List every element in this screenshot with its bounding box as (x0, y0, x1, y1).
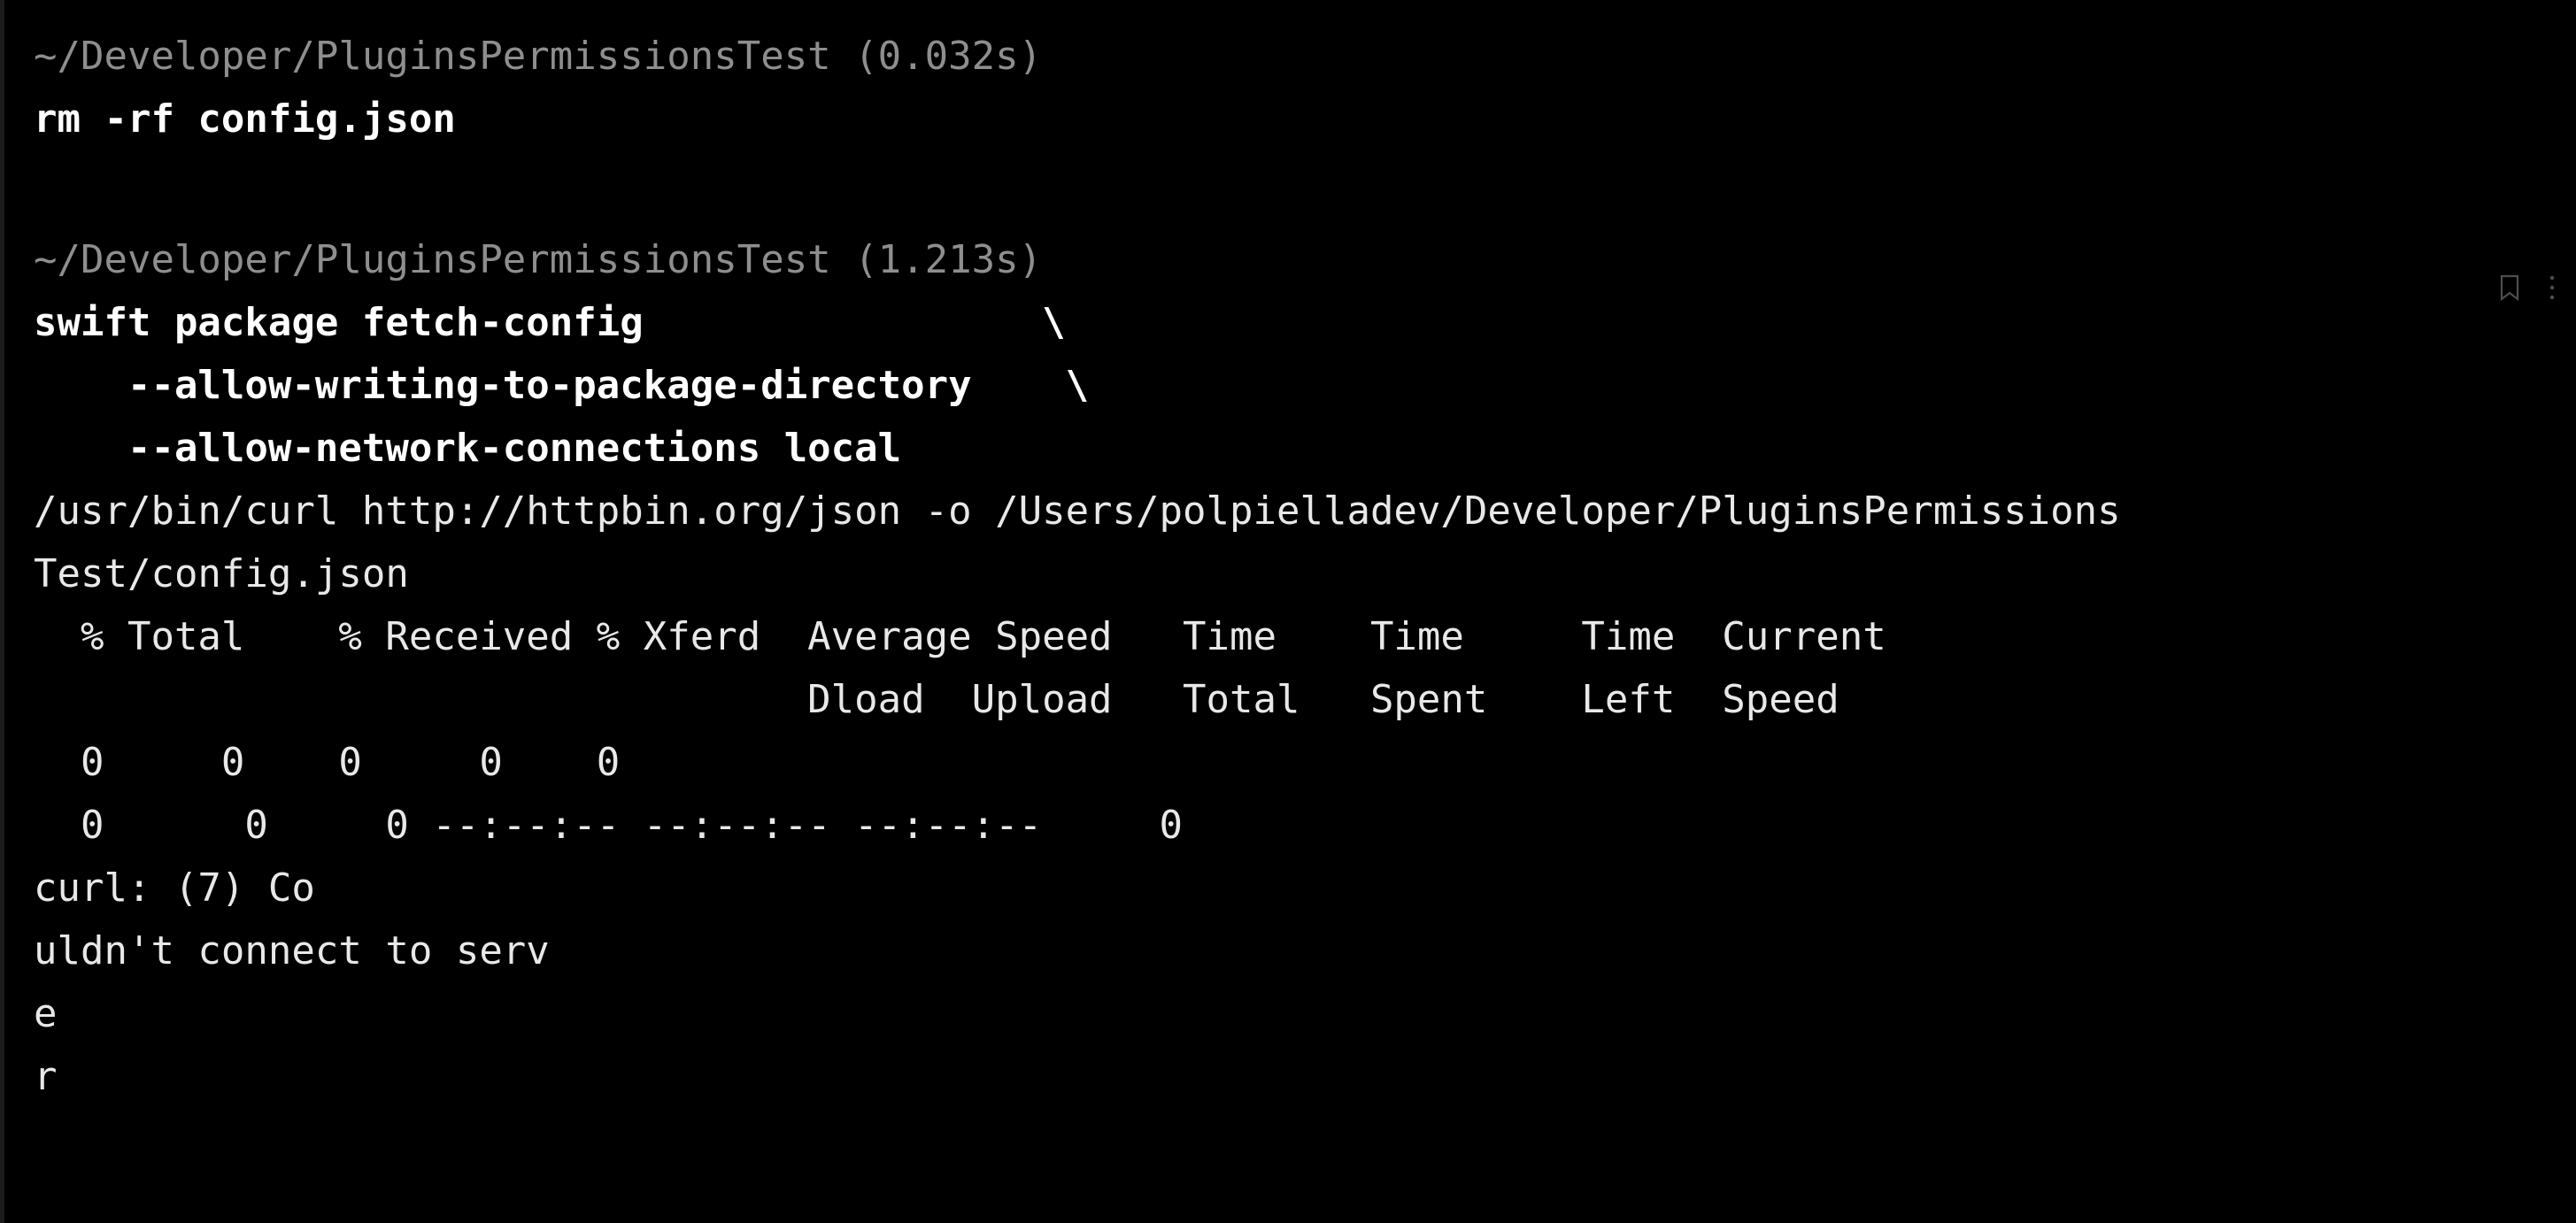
prompt-line-2: ~/Developer/PluginsPermissionsTest (1.21… (34, 237, 1043, 282)
output-line-error-4: r (34, 1054, 58, 1099)
command-line-1[interactable]: rm -rf config.json (0, 88, 2576, 150)
terminal-window: ~/Developer/PluginsPermissionsTest (0.03… (0, 0, 2576, 1223)
command-continuation-2[interactable]: --allow-network-connections local (0, 417, 2576, 480)
block-gap-1 (0, 150, 2576, 228)
output-line-error-2: uldn't connect to serv (34, 928, 550, 973)
output-line-error-3: e (34, 991, 58, 1036)
output-line-curl-command-part1: /usr/bin/curl http://httpbin.org/json -o… (34, 488, 2121, 534)
output-line-curl-command-part2: Test/config.json (34, 551, 409, 596)
output-line-progress-header-1: % Total % Received % Xferd Average Speed… (34, 614, 1886, 659)
terminal-block-2[interactable]: ~/Developer/PluginsPermissionsTest (1.21… (0, 228, 2576, 1108)
output-line-error-1: curl: (7) Co (34, 865, 315, 911)
command-line-2[interactable]: swift package fetch-config \ (0, 291, 2576, 354)
top-spacer (0, 0, 2576, 25)
terminal-content: ~/Developer/PluginsPermissionsTest (0.03… (0, 0, 2576, 1108)
prompt-line-1: ~/Developer/PluginsPermissionsTest (0.03… (34, 34, 1043, 79)
output-line-progress-row-2: 0 0 0 --:--:-- --:--:-- --:--:-- 0 (34, 803, 1184, 848)
terminal-block-1[interactable]: ~/Developer/PluginsPermissionsTest (0.03… (0, 25, 2576, 150)
block-action-tray (2498, 274, 2557, 304)
command-continuation-1[interactable]: --allow-writing-to-package-directory \ (0, 354, 2576, 417)
bookmark-icon[interactable] (2498, 274, 2521, 304)
more-options-icon[interactable] (2548, 274, 2557, 304)
output-line-progress-row-1: 0 0 0 0 0 (34, 740, 621, 785)
output-line-progress-header-2: Dload Upload Total Spent Left Speed (34, 677, 1839, 722)
